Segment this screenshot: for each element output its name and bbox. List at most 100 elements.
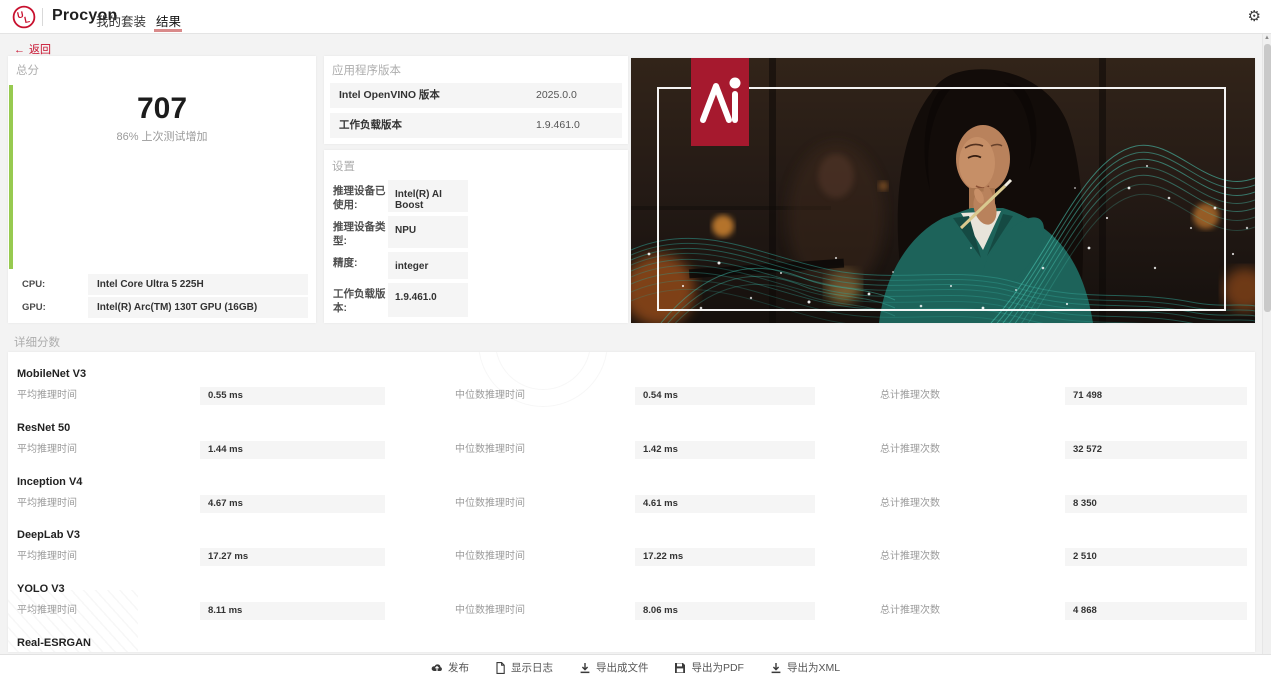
model-name: YOLO V3: [17, 583, 65, 595]
total-inferences-label: 总计推理次数: [880, 551, 940, 562]
app-header: U L Procyon 我的套装 结果 ⚙: [0, 0, 1271, 34]
model-section-resnet: ResNet 50 平均推理时间 1.44 ms 中位数推理时间 1.42 ms…: [8, 422, 1255, 462]
version-row: 工作负载版本 1.9.461.0: [330, 113, 622, 138]
header-divider: [42, 8, 43, 26]
publish-button[interactable]: 发布: [431, 660, 469, 675]
detailed-scores-card: MobileNet V3 平均推理时间 0.55 ms 中位数推理时间 0.54…: [8, 352, 1255, 652]
ai-logo-badge: [691, 58, 749, 146]
score-card-title: 总分: [16, 65, 39, 77]
log-file-icon: [496, 661, 505, 674]
avg-inference-label: 平均推理时间: [17, 444, 77, 455]
footer-button-label: 导出为XML: [786, 662, 841, 674]
procyon-results-page: U L Procyon 我的套装 结果 ⚙ ← 返回 总分 707 86% 上次测…: [0, 0, 1271, 680]
model-section-mobilenet: MobileNet V3 平均推理时间 0.55 ms 中位数推理时间 0.54…: [8, 368, 1255, 408]
median-inference-label: 中位数推理时间: [455, 444, 525, 455]
total-inferences-label: 总计推理次数: [880, 390, 940, 401]
settings-gear-icon[interactable]: ⚙: [1248, 7, 1261, 27]
footer-button-label: 显示日志: [510, 662, 553, 674]
workload-ver-value: 1.9.461.0: [388, 283, 468, 317]
active-tab-underline: [154, 29, 182, 32]
detailed-scores-title: 详细分数: [14, 337, 60, 349]
back-button[interactable]: ← 返回: [14, 41, 51, 57]
gpu-value: Intel(R) Arc(TM) 130T GPU (16GB): [88, 297, 308, 318]
avg-inference-value: 1.44 ms: [200, 441, 385, 459]
total-inferences-value: 8 350: [1065, 495, 1247, 513]
median-inference-value: 17.22 ms: [635, 548, 815, 566]
cpu-row: CPU: Intel Core Ultra 5 225H: [8, 274, 316, 295]
footer-toolbar: 发布 显示日志 导出成文件 导出为PDF 导出为XML: [0, 654, 1271, 680]
scrollbar-thumb[interactable]: [1264, 44, 1271, 312]
total-inferences-value: 32 572: [1065, 441, 1247, 459]
workload-version-label: 工作负载版本: [339, 119, 402, 131]
total-inferences-value: 2 510: [1065, 548, 1247, 566]
settings-card: 设置 推理设备已使用: Intel(R) AI Boost 推理设备类型: NP…: [324, 150, 628, 323]
vertical-scrollbar[interactable]: ▲: [1262, 34, 1271, 654]
svg-text:L: L: [23, 14, 31, 25]
footer-button-label: 导出为PDF: [691, 662, 744, 674]
total-inferences-value: 4 868: [1065, 602, 1247, 620]
model-section-yolo: YOLO V3 平均推理时间 8.11 ms 中位数推理时间 8.06 ms 总…: [8, 583, 1255, 623]
total-inferences-label: 总计推理次数: [880, 498, 940, 509]
total-inferences-label: 总计推理次数: [880, 444, 940, 455]
model-section-deeplab: DeepLab V3 平均推理时间 17.27 ms 中位数推理时间 17.22…: [8, 529, 1255, 569]
export-xml-button[interactable]: 导出为XML: [770, 660, 840, 675]
model-name: Inception V4: [17, 476, 83, 488]
settings-card-title: 设置: [332, 161, 355, 173]
median-inference-label: 中位数推理时间: [455, 390, 525, 401]
avg-inference-label: 平均推理时间: [17, 390, 77, 401]
version-card-title: 应用程序版本: [332, 65, 401, 77]
overall-score: 707: [136, 92, 188, 125]
avg-inference-value: 0.55 ms: [200, 387, 385, 405]
model-name: Real-ESRGAN: [17, 637, 91, 649]
show-log-button[interactable]: 显示日志: [495, 660, 553, 675]
avg-inference-value: 8.11 ms: [200, 602, 385, 620]
download-xml-icon: [771, 662, 781, 673]
ul-logo-icon: U L: [12, 5, 36, 34]
median-inference-value: 8.06 ms: [635, 602, 815, 620]
median-inference-value: 4.61 ms: [635, 495, 815, 513]
device-type-value: NPU: [388, 216, 468, 248]
footer-button-label: 发布: [447, 662, 469, 674]
overall-score-card: 总分 707 86% 上次测试增加 CPU: Intel Core Ultra …: [8, 56, 316, 323]
cloud-upload-icon: [431, 663, 442, 672]
download-icon: [580, 662, 590, 673]
median-inference-label: 中位数推理时间: [455, 605, 525, 616]
app-version-card: 应用程序版本 Intel OpenVINO 版本 2025.0.0 工作负载版本…: [324, 56, 628, 144]
avg-inference-label: 平均推理时间: [17, 551, 77, 562]
workload-ver-label: 工作负载版本:: [333, 288, 386, 314]
tab-results[interactable]: 结果: [156, 11, 181, 30]
openvino-version-label: Intel OpenVINO 版本: [339, 89, 440, 101]
tab-my-suites[interactable]: 我的套装: [96, 11, 146, 30]
total-inferences-value: 71 498: [1065, 387, 1247, 405]
avg-inference-label: 平均推理时间: [17, 605, 77, 616]
precision-value: integer: [388, 252, 468, 279]
total-inferences-label: 总计推理次数: [880, 605, 940, 616]
export-pdf-button[interactable]: 导出为PDF: [674, 660, 744, 675]
precision-label: 精度:: [333, 257, 358, 269]
model-name: ResNet 50: [17, 422, 71, 434]
back-label: 返回: [29, 44, 51, 56]
version-row: Intel OpenVINO 版本 2025.0.0: [330, 83, 622, 108]
model-section-inception: Inception V4 平均推理时间 4.67 ms 中位数推理时间 4.61…: [8, 476, 1255, 516]
footer-button-label: 导出成文件: [595, 662, 649, 674]
back-arrow-icon: ←: [14, 44, 25, 56]
device-type-label: 推理设备类型:: [333, 221, 386, 247]
median-inference-value: 0.54 ms: [635, 387, 815, 405]
export-file-button[interactable]: 导出成文件: [579, 660, 649, 675]
benchmark-hero-image: [631, 58, 1255, 323]
avg-inference-value: 4.67 ms: [200, 495, 385, 513]
median-inference-label: 中位数推理时间: [455, 498, 525, 509]
model-name: DeepLab V3: [17, 529, 80, 541]
model-name: MobileNet V3: [17, 368, 87, 380]
inference-device-value: Intel(R) AI Boost: [388, 180, 468, 212]
model-section-esrgan: Real-ESRGAN: [8, 637, 1255, 652]
scrollbar-up-arrow[interactable]: ▲: [1263, 34, 1271, 42]
avg-inference-label: 平均推理时间: [17, 498, 77, 509]
cpu-label: CPU:: [22, 279, 46, 290]
median-inference-value: 1.42 ms: [635, 441, 815, 459]
avg-inference-value: 17.27 ms: [200, 548, 385, 566]
openvino-version-value: 2025.0.0: [536, 89, 577, 101]
gpu-row: GPU: Intel(R) Arc(TM) 130T GPU (16GB): [8, 297, 316, 318]
save-pdf-icon: [675, 662, 686, 673]
workload-version-value: 1.9.461.0: [536, 119, 580, 131]
